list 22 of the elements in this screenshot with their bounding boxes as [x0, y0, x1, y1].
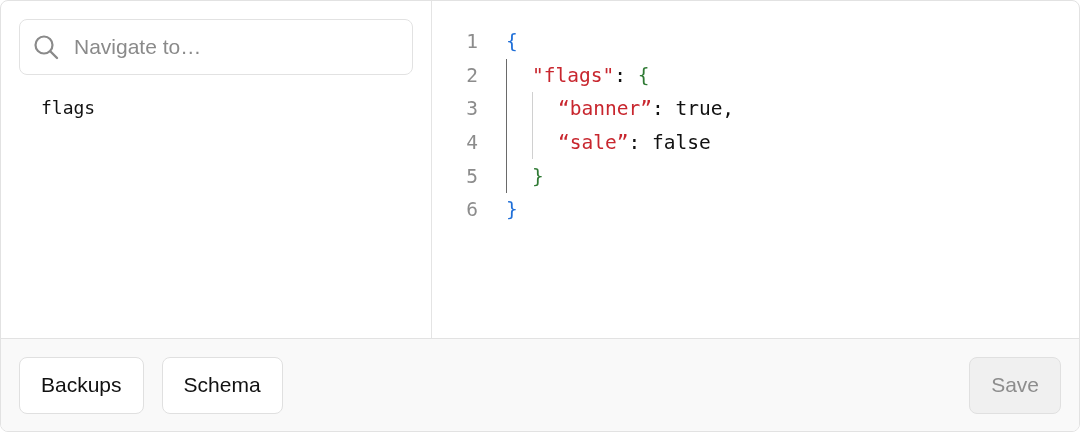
brace: } [532, 164, 544, 188]
footer-button[interactable]: Schema [161, 356, 283, 414]
colon: : [614, 63, 627, 87]
colon: : [651, 97, 665, 121]
tree-item[interactable]: flags [41, 95, 96, 120]
line-number: 1 [465, 30, 478, 54]
line-number: 5 [465, 164, 478, 188]
brace: { [506, 30, 518, 54]
footer-button[interactable]: Backups [19, 356, 144, 414]
colon: : [628, 131, 642, 155]
line-number: 3 [465, 97, 478, 121]
brace: { [637, 63, 650, 87]
line-number: 2 [465, 63, 478, 87]
json-key: “banner” [558, 97, 652, 121]
json-key: "flags" [532, 63, 615, 87]
line-number: 6 [465, 198, 478, 222]
json-value: false [651, 131, 711, 155]
json-key: “sale” [558, 131, 629, 155]
brace: } [506, 198, 518, 222]
json-value: true, [675, 97, 735, 121]
search-field[interactable]: Navigate to… [19, 19, 413, 75]
line-number: 4 [465, 131, 478, 155]
